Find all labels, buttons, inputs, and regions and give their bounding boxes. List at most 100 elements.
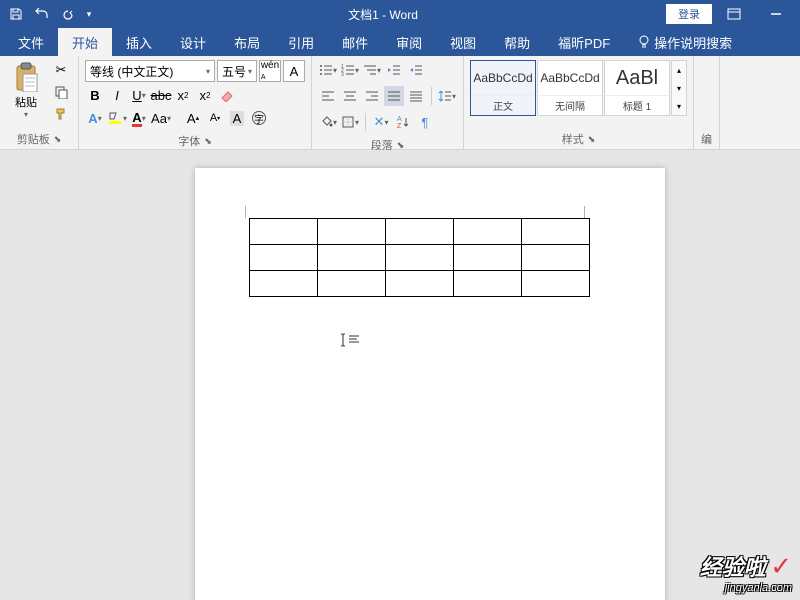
ribbon-tabs: 文件 开始 插入 设计 布局 引用 邮件 审阅 视图 帮助 福昕PDF 操作说明…: [0, 28, 800, 56]
superscript-button[interactable]: x2: [195, 85, 215, 105]
ruby-icon: wénA: [261, 60, 279, 82]
tab-review[interactable]: 审阅: [382, 28, 436, 56]
sort-button[interactable]: AZ: [393, 112, 413, 132]
clear-formatting-button[interactable]: [217, 85, 237, 105]
font-color-icon: A: [132, 110, 141, 127]
tell-me-search[interactable]: 操作说明搜索: [624, 28, 746, 56]
font-name-combo[interactable]: 等线 (中文正文)▾: [85, 60, 215, 82]
document-table[interactable]: [249, 218, 590, 297]
window-title: 文档1 - Word: [100, 6, 666, 23]
copy-button[interactable]: [50, 82, 72, 102]
align-justify-button[interactable]: [384, 86, 404, 106]
styles-dialog-launcher[interactable]: ⬊: [588, 134, 596, 145]
quick-access-toolbar: ▾: [0, 2, 100, 26]
highlight-button[interactable]: ▾: [107, 108, 127, 128]
table-row[interactable]: [250, 219, 590, 245]
styles-gallery: AaBbCcDd 正文 AaBbCcDd 无间隔 AaBl 标题 1 ▴ ▾ ▾: [470, 60, 687, 116]
font-group: 等线 (中文正文)▾ 五号▾ wénA A B I U▾ abc x2 x2 A…: [79, 56, 312, 149]
decrease-indent-button[interactable]: [384, 60, 404, 80]
align-right-button[interactable]: [362, 86, 382, 106]
brush-icon: [54, 107, 68, 121]
multilevel-list-button[interactable]: ▾: [362, 60, 382, 80]
style-normal[interactable]: AaBbCcDd 正文: [470, 60, 536, 116]
tab-help[interactable]: 帮助: [490, 28, 544, 56]
italic-button[interactable]: I: [107, 85, 127, 105]
title-right: 登录: [666, 0, 800, 28]
styles-group-label: 样式: [562, 131, 584, 147]
tab-layout[interactable]: 布局: [220, 28, 274, 56]
borders-button[interactable]: ▾: [340, 112, 360, 132]
asian-layout-button[interactable]: ✕▾: [371, 112, 391, 132]
character-shading-button[interactable]: A: [227, 108, 247, 128]
svg-text:A: A: [397, 116, 402, 123]
undo-button[interactable]: [30, 2, 54, 26]
enclose-characters-button[interactable]: 字: [249, 108, 269, 128]
qat-customize-button[interactable]: ▾: [82, 2, 96, 26]
login-button[interactable]: 登录: [666, 4, 712, 24]
tab-references[interactable]: 引用: [274, 28, 328, 56]
paste-button[interactable]: 粘贴 ▾: [6, 60, 46, 121]
shading-button[interactable]: ▾: [318, 112, 338, 132]
paragraph-dialog-launcher[interactable]: ⬊: [397, 140, 405, 151]
tab-view[interactable]: 视图: [436, 28, 490, 56]
ruler-marks: [245, 206, 585, 218]
distributed-button[interactable]: [406, 86, 426, 106]
tab-home[interactable]: 开始: [58, 28, 112, 56]
tab-file[interactable]: 文件: [4, 28, 58, 56]
clipboard-icon: [13, 62, 39, 92]
character-border-button[interactable]: A: [283, 60, 305, 82]
chevron-down-icon: ▾: [248, 67, 252, 76]
clipboard-group: 粘贴 ▾ ✂ 剪贴板 ⬊: [0, 56, 79, 149]
watermark-sub: jingyanla.com: [700, 582, 792, 594]
save-button[interactable]: [4, 2, 28, 26]
gallery-up-button[interactable]: ▴: [672, 61, 686, 79]
tab-insert[interactable]: 插入: [112, 28, 166, 56]
borders-icon: [341, 115, 355, 129]
subscript-button[interactable]: x2: [173, 85, 193, 105]
cut-button[interactable]: ✂: [50, 60, 72, 80]
eraser-icon: [219, 88, 235, 102]
align-center-button[interactable]: [340, 86, 360, 106]
redo-button[interactable]: [56, 2, 80, 26]
paste-label: 粘贴: [15, 94, 37, 110]
sort-icon: AZ: [396, 115, 410, 129]
gallery-down-button[interactable]: ▾: [672, 79, 686, 97]
grow-font-button[interactable]: A▴: [183, 108, 203, 128]
change-case-button[interactable]: Aa▾: [151, 108, 171, 128]
style-heading1[interactable]: AaBl 标题 1: [604, 60, 670, 116]
underline-button[interactable]: U▾: [129, 85, 149, 105]
gallery-scroll: ▴ ▾ ▾: [671, 60, 687, 116]
font-group-label: 字体: [178, 133, 200, 149]
font-color-button[interactable]: A▾: [129, 108, 149, 128]
tab-foxit-pdf[interactable]: 福昕PDF: [544, 28, 624, 56]
bullets-button[interactable]: ▾: [318, 60, 338, 80]
shrink-font-button[interactable]: A▾: [205, 108, 225, 128]
font-dialog-launcher[interactable]: ⬊: [204, 136, 212, 147]
tab-mailings[interactable]: 邮件: [328, 28, 382, 56]
paragraph-group: ▾ 123▾ ▾ ▾ ▾ ▾ ✕▾ AZ ¶: [312, 56, 464, 149]
numbering-button[interactable]: 123▾: [340, 60, 360, 80]
line-spacing-button[interactable]: ▾: [437, 86, 457, 106]
style-no-spacing[interactable]: AaBbCcDd 无间隔: [537, 60, 603, 116]
bold-button[interactable]: B: [85, 85, 105, 105]
format-painter-button[interactable]: [50, 104, 72, 124]
ribbon-display-button[interactable]: [714, 0, 754, 28]
svg-text:Z: Z: [397, 123, 402, 129]
clipboard-group-label: 剪贴板: [17, 131, 50, 147]
clipboard-dialog-launcher[interactable]: ⬊: [54, 134, 62, 145]
gallery-more-button[interactable]: ▾: [672, 97, 686, 115]
text-effects-button[interactable]: A▾: [85, 108, 105, 128]
increase-indent-button[interactable]: [406, 60, 426, 80]
char-border-icon: A: [290, 64, 299, 79]
phonetic-guide-button[interactable]: wénA: [259, 60, 281, 82]
align-left-button[interactable]: [318, 86, 338, 106]
strikethrough-button[interactable]: abc: [151, 85, 171, 105]
tab-design[interactable]: 设计: [166, 28, 220, 56]
font-size-combo[interactable]: 五号▾: [217, 60, 257, 82]
numbering-icon: 123: [341, 64, 355, 76]
minimize-button[interactable]: [756, 0, 796, 28]
page[interactable]: [195, 168, 665, 600]
show-hide-button[interactable]: ¶: [415, 112, 435, 132]
table-row[interactable]: [250, 271, 590, 297]
table-row[interactable]: [250, 245, 590, 271]
